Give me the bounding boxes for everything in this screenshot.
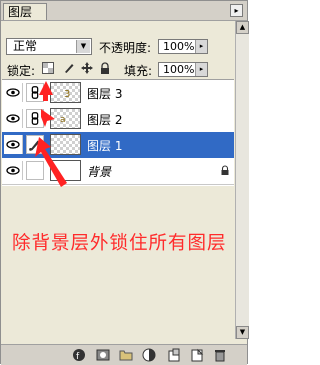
- fill-slider-button[interactable]: ▸: [195, 63, 207, 76]
- fill-value: 100%: [163, 63, 195, 76]
- add-mask-icon[interactable]: [96, 348, 110, 362]
- annotation-text: 除背景层外锁住所有图层: [12, 233, 227, 254]
- layer-style-icon[interactable]: f: [72, 348, 86, 362]
- blend-mode-value: 正常: [13, 39, 38, 53]
- lock-all-icon[interactable]: [99, 62, 111, 74]
- tab-layers[interactable]: 图层: [3, 3, 47, 20]
- annotation-arrows: [35, 81, 67, 187]
- lock-icon: [221, 165, 229, 175]
- panel-menu-button[interactable]: ▸: [230, 4, 243, 17]
- new-group-icon[interactable]: [119, 348, 133, 362]
- lock-transparent-pixels-icon[interactable]: [42, 62, 54, 74]
- fill-label: 填充:: [124, 64, 153, 78]
- scroll-up-button[interactable]: ▲: [236, 21, 249, 34]
- layers-toolbar: f: [1, 344, 247, 365]
- panel-tab-bar: 图层 ▸: [1, 1, 247, 21]
- opacity-value: 100%: [163, 40, 195, 53]
- new-layer-page-icon[interactable]: [190, 348, 204, 362]
- lock-position-icon[interactable]: [81, 62, 93, 74]
- chevron-down-icon[interactable]: ▼: [76, 40, 90, 53]
- lock-image-pixels-icon[interactable]: [63, 62, 75, 74]
- trash-icon[interactable]: [213, 348, 227, 362]
- opacity-label: 不透明度:: [99, 41, 152, 55]
- adjustment-layer-icon[interactable]: [142, 348, 156, 362]
- scroll-down-button[interactable]: ▼: [236, 326, 249, 339]
- layers-panel: 图层 ▸ 正常 ▼ 不透明度: 100% ▸ 锁定: 填充: 100% ▸ 3 …: [0, 0, 249, 365]
- lock-label: 锁定:: [7, 64, 36, 78]
- fill-input[interactable]: 100% ▸: [158, 62, 208, 77]
- opacity-slider-button[interactable]: ▸: [195, 40, 207, 53]
- opacity-input[interactable]: 100% ▸: [158, 39, 208, 54]
- layers-scrollbar[interactable]: ▲ ▼: [235, 21, 249, 339]
- blend-mode-select[interactable]: 正常 ▼: [6, 38, 92, 55]
- new-layer-icon[interactable]: [167, 348, 181, 362]
